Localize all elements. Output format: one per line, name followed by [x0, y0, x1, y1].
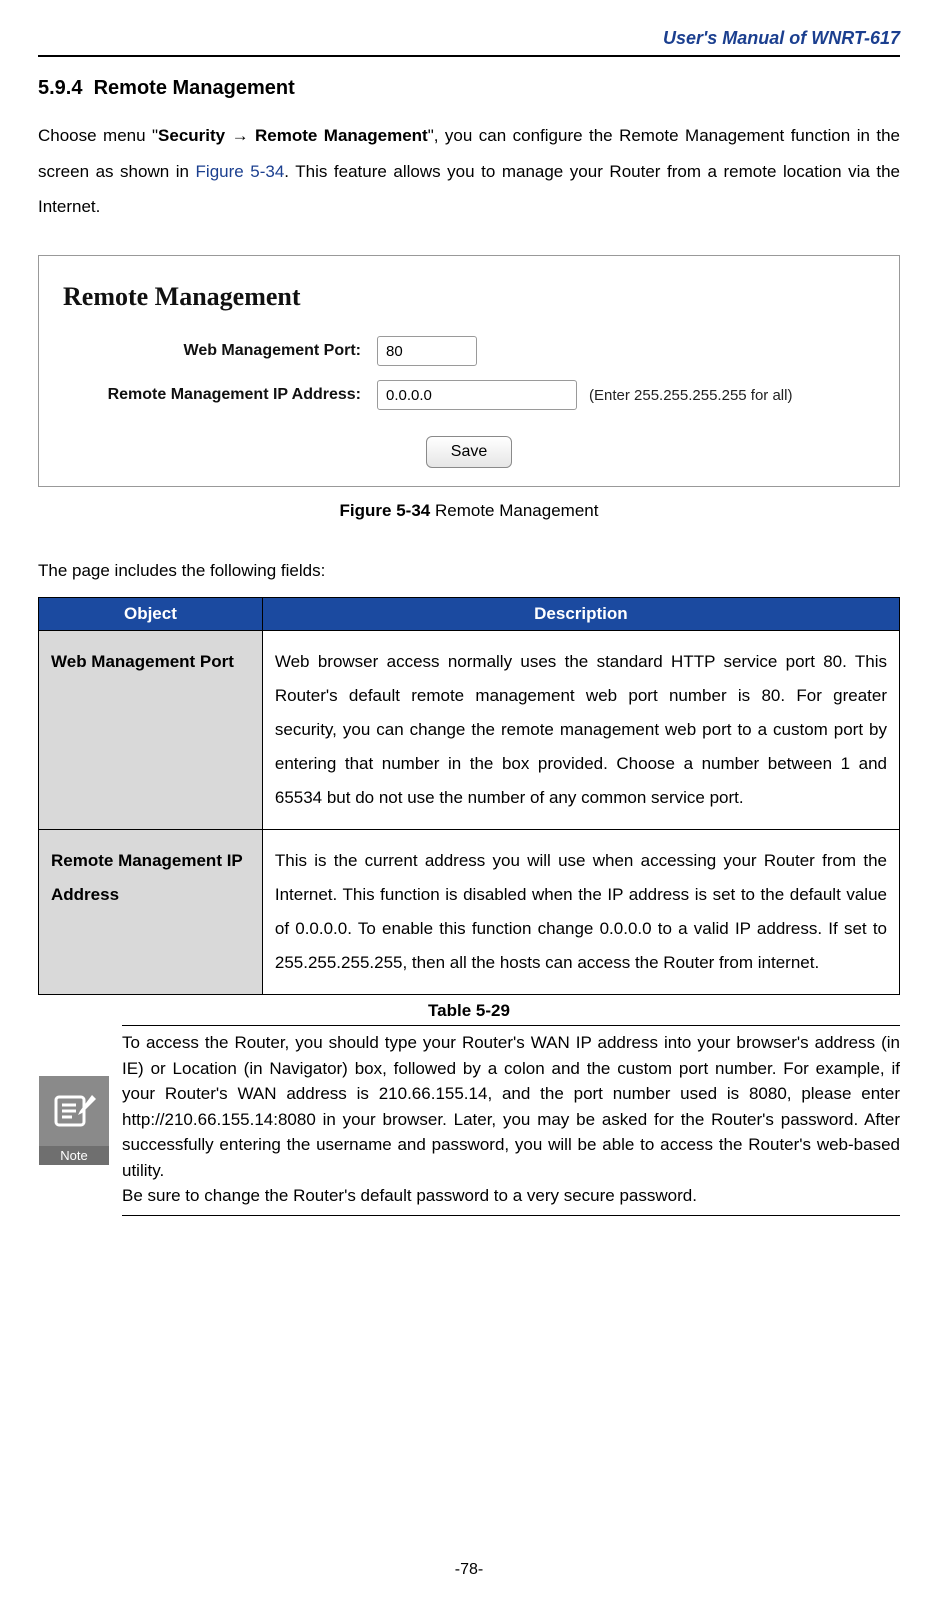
- cell-object: Web Management Port: [39, 631, 263, 830]
- figure-caption-text: Remote Management: [430, 501, 598, 520]
- hint-remote-ip: (Enter 255.255.255.255 for all): [589, 387, 792, 404]
- label-remote-ip: Remote Management IP Address:: [57, 386, 377, 404]
- cell-description: This is the current address you will use…: [262, 830, 899, 995]
- table-row: Web Management Port Web browser access n…: [39, 631, 900, 830]
- table-caption: Table 5-29: [38, 1001, 900, 1021]
- intro-paragraph: Choose menu "Security → Remote Managemen…: [38, 118, 900, 225]
- row-web-mgmt-port: Web Management Port:: [57, 336, 881, 366]
- col-head-description: Description: [262, 598, 899, 631]
- save-button[interactable]: Save: [426, 436, 512, 468]
- figure-caption: Figure 5-34 Remote Management: [38, 501, 900, 521]
- parameters-table: Object Description Web Management Port W…: [38, 597, 900, 995]
- panel-title: Remote Management: [63, 282, 881, 312]
- note-text-2: Be sure to change the Router's default p…: [122, 1183, 900, 1209]
- page-number: -78-: [0, 1561, 938, 1579]
- label-web-mgmt-port: Web Management Port:: [57, 342, 377, 360]
- note-text-1: To access the Router, you should type yo…: [122, 1030, 900, 1183]
- screenshot-panel: Remote Management Web Management Port: R…: [38, 255, 900, 487]
- note-icon: Note: [38, 1025, 110, 1216]
- table-row: Remote Management IP Address This is the…: [39, 830, 900, 995]
- header-rule: [38, 55, 900, 57]
- intro-text-1: Choose menu ": [38, 126, 158, 145]
- note-icon-label: Note: [39, 1146, 109, 1165]
- cell-object: Remote Management IP Address: [39, 830, 263, 995]
- input-remote-ip[interactable]: [377, 380, 577, 410]
- section-heading: 5.9.4 Remote Management: [38, 77, 900, 100]
- row-remote-ip: Remote Management IP Address: (Enter 255…: [57, 380, 881, 410]
- cell-description: Web browser access normally uses the sta…: [262, 631, 899, 830]
- col-head-object: Object: [39, 598, 263, 631]
- running-header: User's Manual of WNRT-617: [38, 28, 900, 49]
- note-pencil-icon: [52, 1091, 96, 1131]
- input-web-mgmt-port[interactable]: [377, 336, 477, 366]
- note-block: Note To access the Router, you should ty…: [38, 1025, 900, 1216]
- figure-caption-number: Figure 5-34: [340, 501, 431, 520]
- intro-menu-path: Security → Remote Management: [158, 126, 428, 145]
- fields-lead-text: The page includes the following fields:: [38, 561, 900, 581]
- figure-reference-link[interactable]: Figure 5-34: [196, 162, 285, 181]
